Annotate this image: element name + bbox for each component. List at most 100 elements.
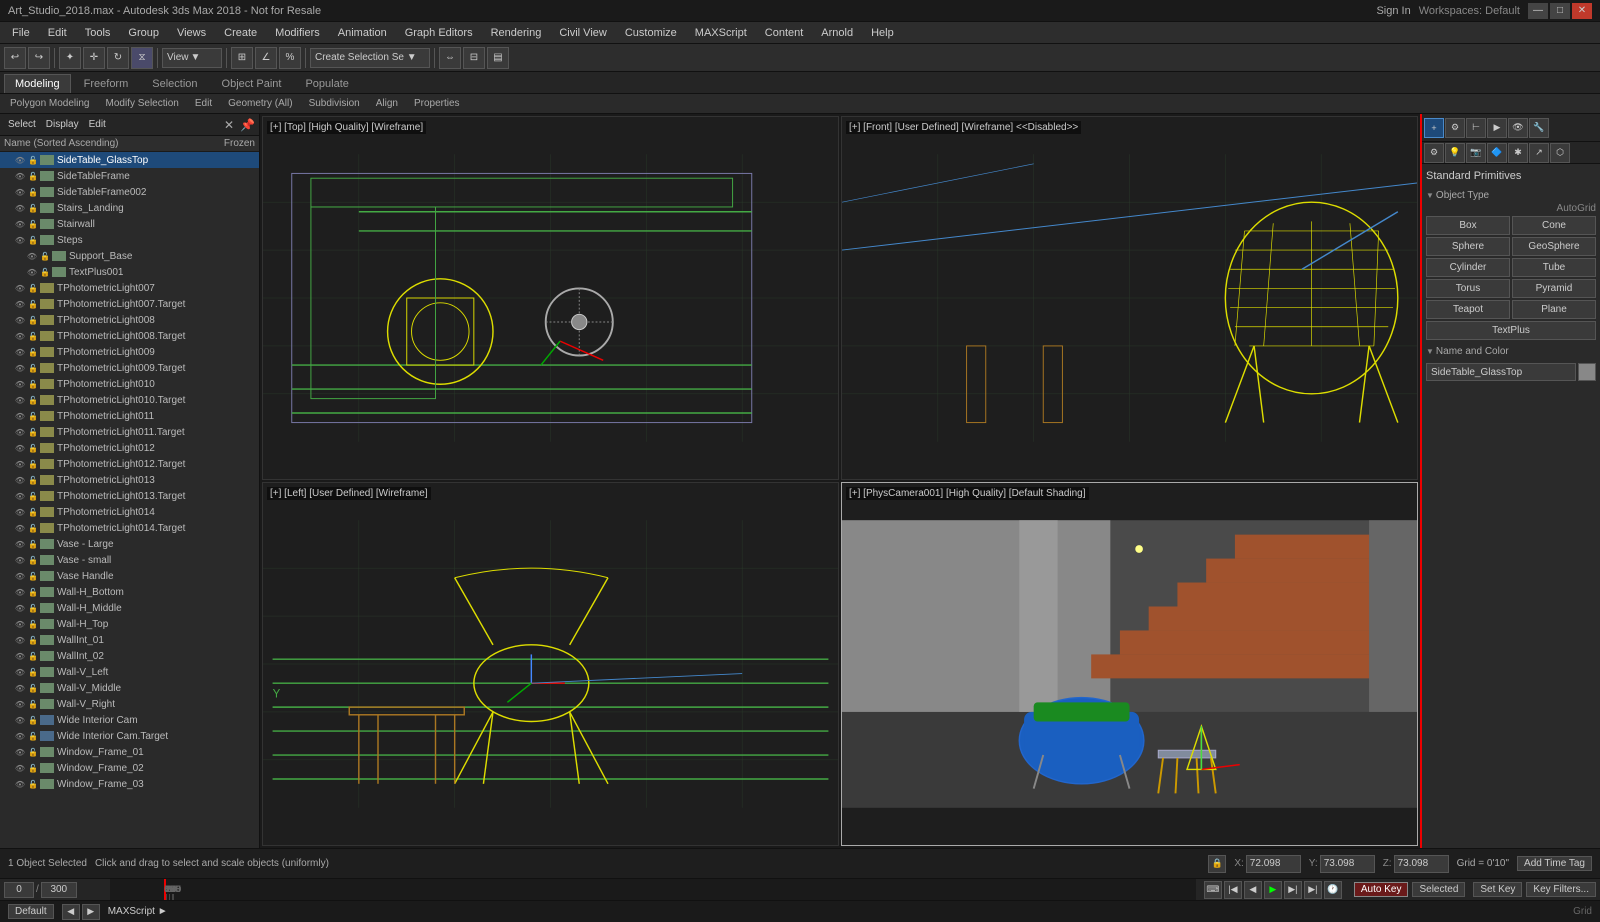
angle-snap[interactable]: ∠	[255, 47, 277, 69]
tree-row[interactable]: 👁 🔓 TextPlus001	[0, 264, 259, 280]
color-swatch[interactable]	[1578, 363, 1596, 381]
lock-icon[interactable]: 🔓	[27, 282, 39, 294]
teapot-btn[interactable]: Teapot	[1426, 300, 1510, 319]
eye-icon[interactable]: 👁	[14, 554, 26, 566]
eye-icon[interactable]: 👁	[14, 410, 26, 422]
menu-item-civil-view[interactable]: Civil View	[551, 25, 614, 41]
snap-toggle[interactable]: ⊞	[231, 47, 253, 69]
menu-item-customize[interactable]: Customize	[617, 25, 685, 41]
pyramid-btn[interactable]: Pyramid	[1512, 279, 1596, 298]
lock-icon[interactable]: 🔓	[27, 490, 39, 502]
eye-icon[interactable]: 👁	[14, 650, 26, 662]
viewport-left[interactable]: [+] [Left] [User Defined] [Wireframe]	[262, 482, 839, 846]
lock-icon[interactable]: 🔓	[27, 394, 39, 406]
eye-icon[interactable]: 👁	[14, 730, 26, 742]
utilities-tab-btn[interactable]: 🔧	[1529, 118, 1549, 138]
redo-button[interactable]: ↪	[28, 47, 50, 69]
menu-item-edit[interactable]: Edit	[40, 25, 75, 41]
x-input[interactable]	[1246, 855, 1301, 873]
align-button[interactable]: ⊟	[463, 47, 485, 69]
eye-icon[interactable]: 👁	[14, 506, 26, 518]
close-panel-btn[interactable]: ✕	[224, 118, 234, 132]
eye-icon[interactable]: 👁	[14, 762, 26, 774]
plane-btn[interactable]: Plane	[1512, 300, 1596, 319]
tree-row[interactable]: 👁 🔓 SideTableFrame	[0, 168, 259, 184]
add-time-tag-btn[interactable]: Add Time Tag	[1517, 856, 1592, 871]
reference-dropdown[interactable]: View▼	[162, 48, 222, 68]
tree-row[interactable]: 👁 🔓 TPhotometricLight009	[0, 344, 259, 360]
lock-icon[interactable]: 🔓	[27, 666, 39, 678]
scale-button[interactable]: ⧖	[131, 47, 153, 69]
mode-tab-object-paint[interactable]: Object Paint	[211, 74, 293, 93]
prev-frame-btn[interactable]: |◀	[1224, 881, 1242, 899]
lock-icon[interactable]: 🔓	[27, 762, 39, 774]
close-button[interactable]: ✕	[1572, 3, 1592, 19]
tree-row[interactable]: 👁 🔓 TPhotometricLight013.Target	[0, 488, 259, 504]
sub-btn-polygon-modeling[interactable]: Polygon Modeling	[4, 97, 96, 110]
undo-button[interactable]: ↩	[4, 47, 26, 69]
tree-row[interactable]: 👁 🔓 TPhotometricLight008	[0, 312, 259, 328]
tree-row[interactable]: 👁 🔓 TPhotometricLight010	[0, 376, 259, 392]
play-btn[interactable]: ▶	[1264, 881, 1282, 899]
layer-left-btn[interactable]: ◀	[62, 904, 80, 920]
z-input[interactable]	[1394, 855, 1449, 873]
tree-row[interactable]: 👁 🔓 SideTableFrame002	[0, 184, 259, 200]
eye-icon[interactable]: 👁	[14, 522, 26, 534]
menu-item-group[interactable]: Group	[120, 25, 167, 41]
rp-btn5[interactable]: ✱	[1508, 143, 1528, 163]
mode-tab-freeform[interactable]: Freeform	[73, 74, 140, 93]
create-selection-dropdown[interactable]: Create Selection Se ▼	[310, 48, 430, 68]
eye-icon[interactable]: 👁	[14, 746, 26, 758]
eye-icon[interactable]: 👁	[14, 618, 26, 630]
eye-icon[interactable]: 👁	[14, 202, 26, 214]
lock-icon[interactable]: 🔓	[27, 314, 39, 326]
rp-btn6[interactable]: ↗	[1529, 143, 1549, 163]
lock-icon[interactable]: 🔓	[27, 330, 39, 342]
lock-icon[interactable]: 🔓	[27, 778, 39, 790]
rp-btn1[interactable]: ⚙	[1424, 143, 1444, 163]
tree-row[interactable]: 👁 🔓 Wall-V_Right	[0, 696, 259, 712]
lock-icon[interactable]: 🔓	[27, 570, 39, 582]
eye-icon[interactable]: 👁	[14, 634, 26, 646]
eye-icon[interactable]: 👁	[14, 474, 26, 486]
lock-icon[interactable]: 🔓	[27, 714, 39, 726]
sub-btn-subdivision[interactable]: Subdivision	[303, 97, 366, 110]
maxscript-mini-btn[interactable]: MAXScript ►	[108, 906, 168, 917]
tree-row[interactable]: 👁 🔓 TPhotometricLight008.Target	[0, 328, 259, 344]
tree-row[interactable]: 👁 🔓 WallInt_01	[0, 632, 259, 648]
eye-icon[interactable]: 👁	[14, 394, 26, 406]
eye-icon[interactable]: 👁	[14, 362, 26, 374]
eye-icon[interactable]: 👁	[14, 682, 26, 694]
tree-row[interactable]: 👁 🔓 SideTable_GlassTop	[0, 152, 259, 168]
tree-row[interactable]: 👁 🔓 Vase - Large	[0, 536, 259, 552]
sub-btn-align[interactable]: Align	[370, 97, 404, 110]
percent-snap[interactable]: %	[279, 47, 301, 69]
lock-icon[interactable]: 🔓	[39, 250, 51, 262]
tree-row[interactable]: 👁 🔓 Wide Interior Cam.Target	[0, 728, 259, 744]
tree-row[interactable]: 👁 🔓 Wall-H_Bottom	[0, 584, 259, 600]
textplus-btn[interactable]: TextPlus	[1426, 321, 1596, 340]
eye-icon[interactable]: 👁	[14, 186, 26, 198]
display-tab-btn[interactable]: 👁	[1508, 118, 1528, 138]
create-tab-btn[interactable]: +	[1424, 118, 1444, 138]
rp-btn2[interactable]: 💡	[1445, 143, 1465, 163]
tree-row[interactable]: 👁 🔓 Wide Interior Cam	[0, 712, 259, 728]
cylinder-btn[interactable]: Cylinder	[1426, 258, 1510, 277]
lock-icon[interactable]: 🔓	[39, 266, 51, 278]
menu-item-tools[interactable]: Tools	[77, 25, 119, 41]
menu-item-animation[interactable]: Animation	[330, 25, 395, 41]
torus-btn[interactable]: Torus	[1426, 279, 1510, 298]
rotate-button[interactable]: ↻	[107, 47, 129, 69]
timeline-bar[interactable]: 0153045607590105120135150165180195210225…	[110, 879, 1196, 900]
eye-icon[interactable]: 👁	[14, 490, 26, 502]
lock-icon[interactable]: 🔓	[27, 730, 39, 742]
eye-icon[interactable]: 👁	[26, 250, 38, 262]
select-header-btn[interactable]: Select	[4, 117, 40, 132]
lock-icon[interactable]: 🔓	[27, 634, 39, 646]
eye-icon[interactable]: 👁	[14, 426, 26, 438]
menu-item-rendering[interactable]: Rendering	[483, 25, 550, 41]
lock-icon[interactable]: 🔓	[27, 618, 39, 630]
edit-header-btn[interactable]: Edit	[85, 117, 110, 132]
key-mode-btn[interactable]: ⌨	[1204, 881, 1222, 899]
tree-row[interactable]: 👁 🔓 Window_Frame_03	[0, 776, 259, 792]
